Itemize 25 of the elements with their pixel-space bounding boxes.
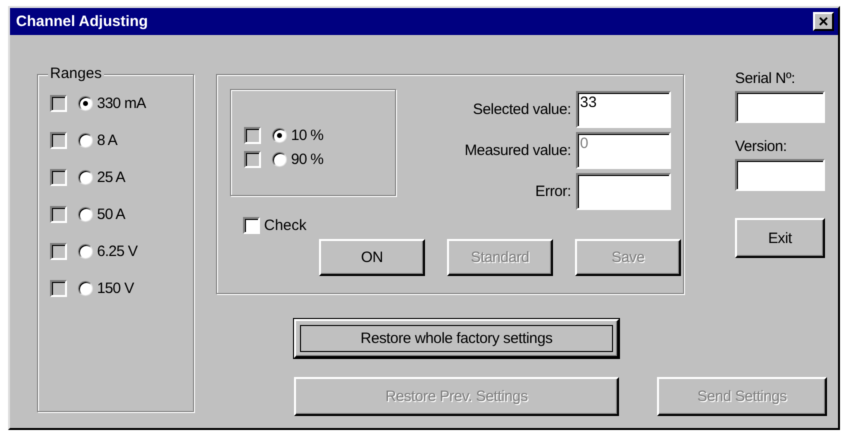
field-label: Measured value: [464,142,571,159]
serial-field[interactable] [735,91,825,123]
window-title: Channel Adjusting [16,13,148,30]
panel-button[interactable]: ON [319,239,425,276]
option-label: 150 V [97,280,134,296]
option-label: 6.25 V [97,242,138,260]
input-field[interactable]: 33 [576,91,671,128]
option-label: 50 A [97,206,126,222]
option-label: 10 % [291,127,324,144]
group-title: Ranges [48,65,104,82]
field-label: Error: [535,183,571,200]
input-field[interactable] [576,173,671,210]
option-label: 330 mA [97,94,146,112]
version-field[interactable] [735,159,825,191]
option-label: 90 % [291,151,324,168]
checkbox[interactable] [243,217,260,234]
check-label: Check [264,217,307,234]
restore-factory-button[interactable]: Restore whole factory settings [294,319,619,358]
close-button[interactable]: × [813,12,834,31]
option-label: 25 A [97,168,126,186]
option-label: 8 A [97,132,118,148]
version-label: Version: [735,138,788,155]
field-label: Selected value: [472,101,571,118]
exit-button[interactable]: Exit [735,218,825,258]
serial-label: Serial Nº: [735,70,796,87]
